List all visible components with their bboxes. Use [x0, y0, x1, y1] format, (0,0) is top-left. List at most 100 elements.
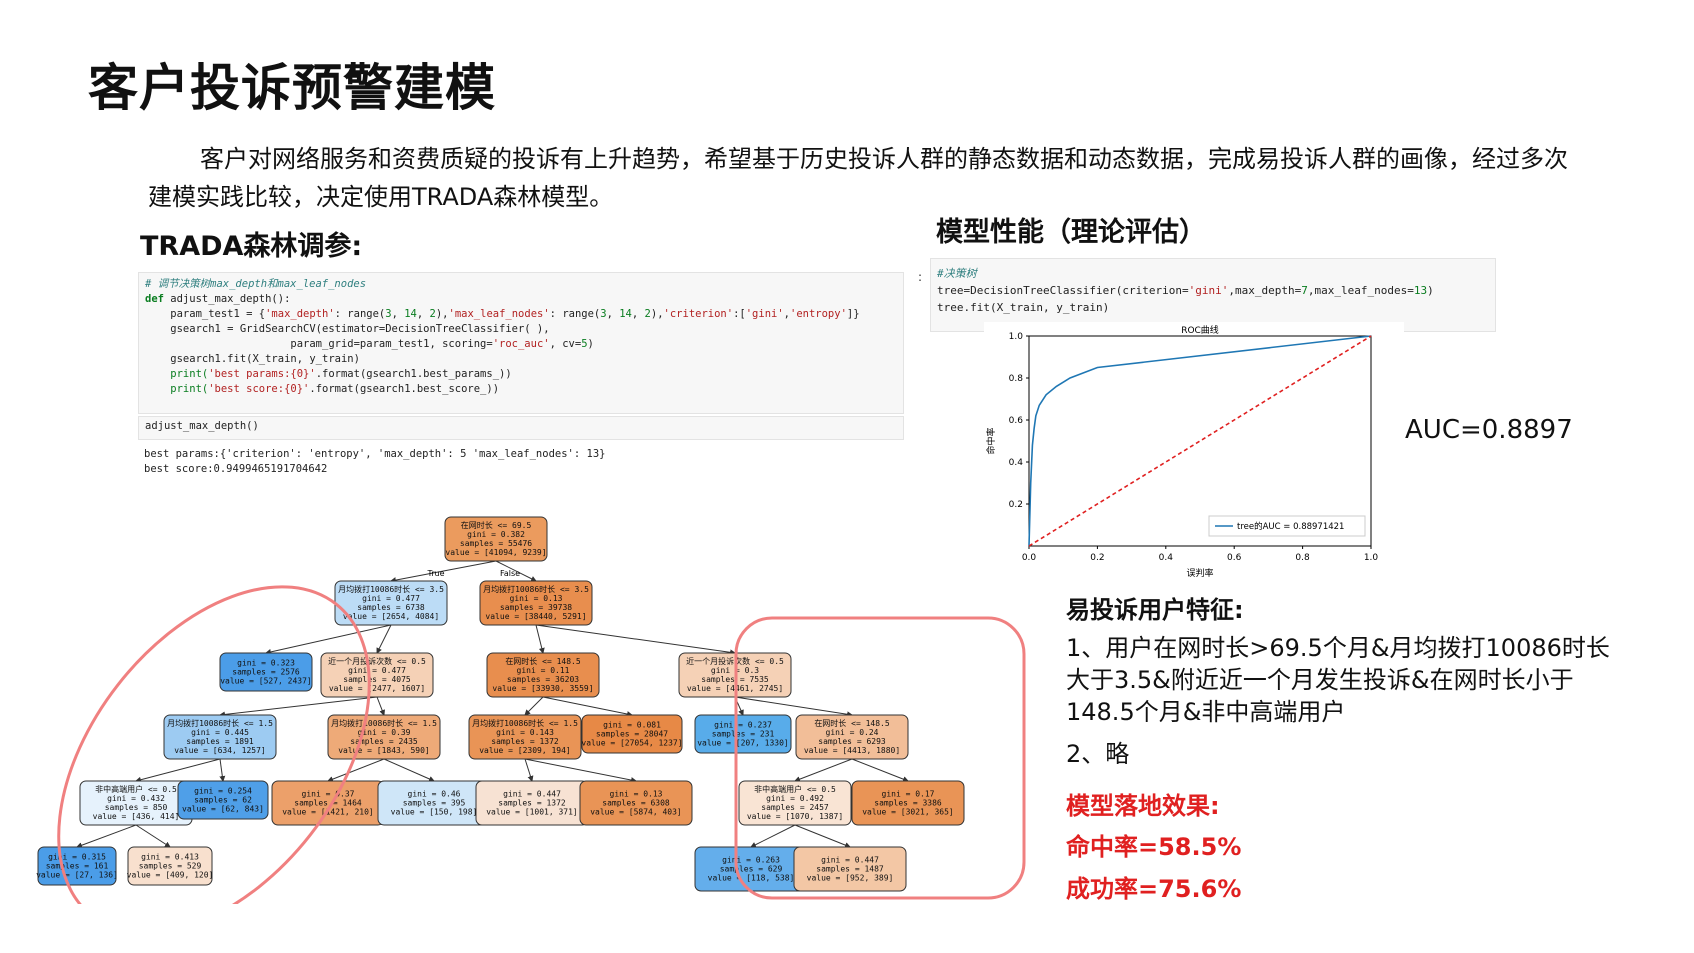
y-axis-label: 命中率 — [985, 427, 997, 454]
tree-node-text: value = [634, 1257] — [174, 746, 266, 755]
tree-node-text: gini = 0.445 — [191, 728, 249, 737]
tree-edge — [76, 824, 137, 849]
y-tick-label: 0.4 — [1009, 458, 1024, 468]
code-line-8-part: .format(gsearch1.best_score_)) — [309, 383, 500, 395]
tree-node-text: gini = 0.447 — [503, 790, 561, 799]
code-line-3-part: ), — [435, 308, 449, 320]
tree-node: gini = 0.081samples = 28047value = [2705… — [581, 714, 683, 754]
code-line-3-part: : range( — [334, 308, 386, 320]
tree-node-text: samples = 161 — [46, 862, 109, 871]
perf-code-line-2-part: 13 — [1413, 284, 1428, 297]
tree-node: 在网时长 <= 148.5gini = 0.11samples = 36203v… — [486, 652, 600, 698]
features-heading: 易投诉用户特征: — [1066, 596, 1244, 624]
output-best-score: best score:0.9499465191704642 — [144, 463, 328, 475]
performance-heading: 模型性能（理论评估） — [936, 217, 1206, 248]
tree-node: gini = 0.447samples = 1487value = [952, … — [793, 846, 907, 892]
tree-node-text: gini = 0.447 — [821, 856, 879, 865]
tree-edge — [376, 696, 385, 716]
tree-node-text: value = [150, 198] — [391, 808, 478, 817]
tree-node: gini = 0.263samples = 629value = [118, 5… — [694, 846, 808, 892]
tree-node-text: value = [38440, 5291] — [485, 612, 586, 621]
code-line-2-rest: adjust_max_depth(): — [163, 293, 291, 305]
tree-node-text: value = [4413, 1880] — [804, 746, 900, 755]
code-line-3-part: , — [416, 308, 430, 320]
tree-node: 近一个月投诉次数 <= 0.5gini = 0.477samples = 407… — [320, 652, 434, 698]
tree-edge — [542, 696, 633, 717]
tree-node-text: gini = 0.477 — [362, 594, 420, 603]
tree-node: gini = 0.413samples = 529value = [409, 1… — [127, 846, 213, 886]
tree-node-text: 月均拨打10086时长 <= 1.5 — [472, 718, 578, 728]
tree-edge — [794, 758, 853, 782]
code-line-7-part: .format(gsearch1.best_params_)) — [315, 368, 512, 380]
true-label: True — [427, 569, 445, 578]
code-line-3-part: ]} — [846, 308, 860, 320]
tree-edge — [327, 758, 385, 782]
code-line-4: gsearch1 = GridSearchCV(estimator=Decisi… — [145, 323, 550, 335]
code-line-3-part: , — [631, 308, 645, 320]
tree-node-text: value = [5874, 403] — [590, 808, 682, 817]
tree-node-text: 非中高端用户 <= 0.5 — [95, 784, 177, 794]
tree-node-text: 月均拨打10086时长 <= 1.5 — [331, 718, 437, 728]
tree-edge — [135, 824, 171, 848]
tree-edge — [734, 696, 853, 718]
code-line-3-part: :[ — [733, 308, 746, 320]
tree-node-text: gini = 0.323 — [237, 659, 295, 668]
tree-node-text: value = [527, 2437] — [220, 677, 312, 686]
tree-node-text: value = [436, 414] — [93, 812, 180, 821]
tree-edge — [535, 624, 545, 654]
tree-edge — [376, 624, 392, 654]
code-line-3-part: 'max_depth' — [265, 308, 335, 320]
tree-edge — [383, 758, 435, 782]
auc-value: AUC=0.8897 — [1405, 415, 1573, 445]
tree-node: gini = 0.17samples = 3386value = [3021, … — [851, 780, 965, 826]
tree-node-text: samples = 1464 — [294, 799, 362, 808]
tree-node-text: value = [1001, 371] — [486, 808, 578, 817]
tree-node-text: samples = 629 — [720, 865, 783, 874]
code-line-1: # 调节决策树max_depth和max_leaf_nodes — [145, 278, 367, 290]
perf-code-line-2-part: tree=DecisionTreeClassifier(criterion= — [937, 284, 1189, 297]
tree-node-text: gini = 0.13 — [510, 594, 563, 603]
y-tick-label: 0.2 — [1009, 500, 1023, 510]
code-line-5-part: ) — [587, 338, 594, 350]
tree-node-text: gini = 0.46 — [408, 790, 461, 799]
tree-node-text: value = [1070, 1387] — [747, 812, 843, 821]
chart-background — [984, 322, 1404, 590]
tree-node-text: samples = 1372 — [498, 799, 566, 808]
code-line-3-part: ), — [650, 308, 664, 320]
false-label: False — [500, 569, 520, 578]
tree-node: 月均拨打10086时长 <= 1.5gini = 0.39samples = 2… — [327, 714, 441, 760]
perf-code-line-2-part: ) — [1427, 284, 1434, 297]
tuning-heading: TRADA森林调参: — [140, 231, 363, 262]
tree-node-text: value = [118, 538] — [708, 874, 795, 883]
tree-node: 非中高端用户 <= 0.5gini = 0.432samples = 850va… — [79, 780, 193, 826]
code-line-3-part: 14 — [404, 308, 417, 320]
tree-node-text: samples = 529 — [139, 862, 202, 871]
tree-node-text: samples = 6308 — [602, 799, 670, 808]
perf-code-line-2-part: 'gini' — [1188, 284, 1229, 297]
tree-node: gini = 0.37samples = 1464value = [1421, … — [271, 780, 385, 826]
tree-node: 在网时长 <= 69.5gini = 0.382samples = 55476v… — [444, 516, 548, 562]
hit-rate: 命中率=58.5% — [1066, 833, 1242, 861]
tree-node-text: samples = 55476 — [460, 539, 532, 548]
tree-node: gini = 0.46samples = 395value = [150, 19… — [377, 780, 491, 826]
x-axis-label: 误判率 — [1186, 567, 1213, 579]
code-line-5-part: 'roc_auc' — [492, 338, 550, 350]
code-line-2-keyword: def — [145, 293, 164, 305]
tree-node-text: gini = 0.432 — [107, 794, 165, 803]
legend-label: tree的AUC = 0.88971421 — [1237, 521, 1344, 532]
tree-edge — [135, 758, 221, 783]
tree-edge — [524, 758, 637, 783]
code-line-5-part: , cv= — [549, 338, 582, 350]
tree-node-text: value = [952, 389] — [807, 874, 894, 883]
perf-code-block: #决策树 tree=DecisionTreeClassifier(criteri… — [930, 258, 1496, 332]
x-tick-label: 1.0 — [1364, 553, 1379, 563]
tree-node-text: gini = 0.39 — [358, 728, 411, 737]
tree-node-text: samples = 1487 — [816, 865, 884, 874]
tree-node-text: value = [3021, 365] — [862, 808, 954, 817]
tree-node: gini = 0.254samples = 62value = [62, 843… — [177, 780, 269, 820]
call-line: adjust_max_depth() — [145, 420, 259, 432]
tree-node: gini = 0.237samples = 231value = [207, 1… — [694, 714, 792, 754]
tree-node-text: value = [1843, 590] — [338, 746, 430, 755]
tree-node: 月均拨打10086时长 <= 1.5gini = 0.445samples = … — [163, 714, 277, 760]
tree-node-text: samples = 28047 — [596, 730, 668, 739]
